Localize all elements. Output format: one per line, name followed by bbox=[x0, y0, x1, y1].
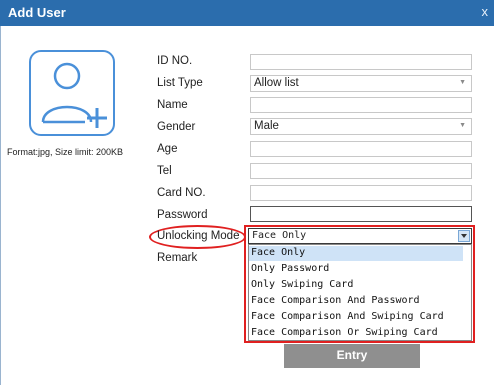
remark-label: Remark bbox=[157, 252, 198, 264]
id-no-input[interactable] bbox=[250, 54, 472, 70]
window-title: Add User bbox=[8, 5, 66, 20]
id-no-label: ID NO. bbox=[157, 55, 193, 67]
name-input[interactable] bbox=[250, 97, 472, 113]
list-type-value: Allow list bbox=[254, 77, 299, 89]
age-label: Age bbox=[157, 143, 178, 155]
card-no-label: Card NO. bbox=[157, 187, 206, 199]
list-type-label: List Type bbox=[157, 77, 203, 89]
card-no-input[interactable] bbox=[250, 185, 472, 201]
option-face-only[interactable]: Face Only bbox=[249, 246, 463, 261]
entry-button[interactable]: Entry bbox=[284, 344, 420, 368]
unlocking-mode-select[interactable]: Face Only bbox=[248, 228, 472, 244]
dropdown-arrow-icon[interactable] bbox=[458, 230, 470, 242]
format-note: Format:jpg, Size limit: 200KB bbox=[7, 147, 124, 157]
unlocking-mode-value: Face Only bbox=[252, 230, 307, 241]
chevron-down-icon: ▼ bbox=[459, 122, 466, 129]
unlocking-mode-label: Unlocking Mode bbox=[157, 230, 240, 242]
chevron-down-icon: ▼ bbox=[459, 79, 466, 86]
option-only-password[interactable]: Only Password bbox=[249, 262, 463, 277]
password-input[interactable] bbox=[250, 206, 472, 222]
gender-select[interactable]: Male ▼ bbox=[250, 118, 472, 135]
option-only-swiping-card[interactable]: Only Swiping Card bbox=[249, 278, 463, 293]
list-type-select[interactable]: Allow list ▼ bbox=[250, 75, 472, 92]
option-face-or-swiping-card[interactable]: Face Comparison Or Swiping Card bbox=[249, 326, 463, 340]
photo-upload[interactable] bbox=[29, 50, 115, 136]
gender-label: Gender bbox=[157, 121, 196, 133]
option-face-and-swiping-card[interactable]: Face Comparison And Swiping Card bbox=[249, 310, 463, 325]
name-label: Name bbox=[157, 99, 188, 111]
tel-label: Tel bbox=[157, 165, 172, 177]
window-border bbox=[0, 26, 1, 385]
option-face-and-password[interactable]: Face Comparison And Password bbox=[249, 294, 463, 309]
unlocking-mode-dropdown: Face Only Only Password Only Swiping Car… bbox=[248, 244, 472, 341]
tel-input[interactable] bbox=[250, 163, 472, 179]
password-label: Password bbox=[157, 209, 208, 221]
title-bar: Add User x bbox=[0, 0, 494, 26]
gender-value: Male bbox=[254, 120, 279, 132]
add-user-icon bbox=[41, 62, 107, 128]
close-icon[interactable]: x bbox=[482, 4, 489, 19]
age-input[interactable] bbox=[250, 141, 472, 157]
